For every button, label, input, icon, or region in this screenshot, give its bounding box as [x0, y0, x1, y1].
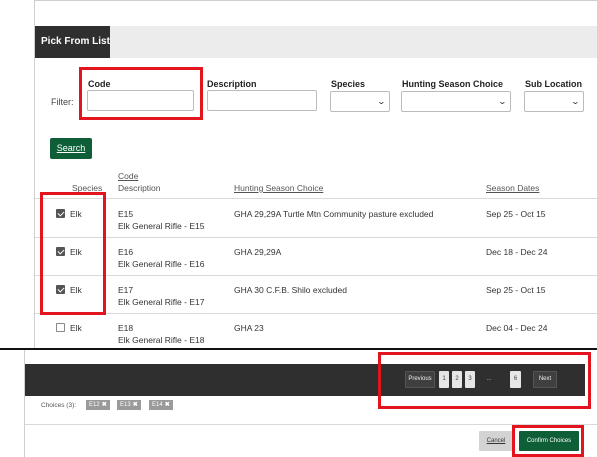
season-dates-column-header[interactable]: Season Dates — [486, 183, 539, 193]
table-row[interactable]: Elk E15 Elk General Rifle - E15 GHA 29,2… — [35, 206, 597, 244]
species-select[interactable]: ⌄ — [330, 91, 390, 112]
row-divider — [35, 275, 597, 276]
row-hunting-season: GHA 29,29A Turtle Mtn Community pasture … — [234, 209, 434, 219]
row-season-dates: Dec 04 - Dec 24 — [486, 323, 548, 333]
search-button[interactable]: Search — [50, 138, 92, 159]
row-code: E18 — [118, 323, 134, 333]
row-species: Elk — [70, 209, 82, 219]
row-description: Elk General Rifle - E17 — [118, 297, 205, 307]
choice-chip-label: E12 — [89, 402, 100, 408]
chevron-down-icon: ⌄ — [497, 97, 508, 106]
table-row[interactable]: Elk E16 Elk General Rifle - E16 GHA 29,2… — [35, 244, 597, 282]
row-season-dates: Sep 25 - Oct 15 — [486, 209, 546, 219]
close-icon[interactable]: ✖ — [165, 402, 170, 408]
row-code: E16 — [118, 247, 134, 257]
code-filter-label: Code — [88, 79, 111, 89]
row-divider — [35, 313, 597, 314]
next-page-button[interactable]: Next — [533, 371, 557, 388]
row-code: E15 — [118, 209, 134, 219]
hunting-season-select[interactable]: ⌄ — [401, 91, 511, 112]
choice-chip-label: E14 — [152, 402, 163, 408]
row-checkbox[interactable] — [56, 209, 65, 218]
hunting-season-column-header[interactable]: Hunting Season Choice — [234, 183, 323, 193]
code-filter-input[interactable] — [87, 90, 194, 111]
choice-chip[interactable]: E13 ✖ — [117, 400, 141, 410]
row-checkbox[interactable] — [56, 247, 65, 256]
hunting-season-filter-label: Hunting Season Choice — [402, 79, 504, 89]
row-hunting-season: GHA 30 C.F.B. Shilo excluded — [234, 285, 347, 295]
page-6-button[interactable]: 6 — [510, 371, 521, 388]
description-filter-label: Description — [207, 79, 257, 89]
row-season-dates: Sep 25 - Oct 15 — [486, 285, 546, 295]
row-season-dates: Dec 18 - Dec 24 — [486, 247, 548, 257]
table-row[interactable]: Elk E17 Elk General Rifle - E17 GHA 30 C… — [35, 282, 597, 320]
species-filter-label: Species — [331, 79, 366, 89]
code-column-header[interactable]: Code — [118, 171, 138, 181]
choice-chip[interactable]: E12 ✖ — [86, 400, 110, 410]
close-icon[interactable]: ✖ — [102, 402, 107, 408]
description-column-header: Description — [118, 183, 161, 193]
selection-footer-panel: Previous 1 2 3 ... 6 Next Choices (3): E… — [24, 350, 597, 457]
row-divider — [35, 237, 597, 238]
choice-chip-label: E13 — [120, 402, 131, 408]
choices-count-label: Choices (3): — [41, 402, 77, 409]
confirm-choices-button[interactable]: Confirm Choices — [519, 431, 579, 451]
row-checkbox[interactable] — [56, 285, 65, 294]
row-code: E17 — [118, 285, 134, 295]
cancel-button[interactable]: Cancel — [479, 431, 513, 451]
row-description: Elk General Rifle - E15 — [118, 221, 205, 231]
header-divider — [35, 198, 597, 199]
chevron-down-icon: ⌄ — [376, 97, 387, 106]
pick-from-list-panel: Pick From List Filter: Code Description … — [34, 0, 597, 348]
row-checkbox[interactable] — [56, 323, 65, 332]
row-description: Elk General Rifle - E18 — [118, 335, 205, 345]
panel-header: Pick From List — [35, 26, 597, 58]
close-icon[interactable]: ✖ — [133, 402, 138, 408]
chevron-down-icon: ⌄ — [570, 97, 581, 106]
description-filter-input[interactable] — [207, 90, 317, 111]
row-species: Elk — [70, 247, 82, 257]
row-species: Elk — [70, 285, 82, 295]
row-description: Elk General Rifle - E16 — [118, 259, 205, 269]
table-row[interactable]: Elk E18 Elk General Rifle - E18 GHA 23 D… — [35, 320, 597, 348]
footer-divider — [25, 424, 597, 425]
filter-label: Filter: — [51, 97, 74, 107]
row-species: Elk — [70, 323, 82, 333]
row-hunting-season: GHA 29,29A — [234, 247, 282, 257]
sub-location-select[interactable]: ⌄ — [524, 91, 584, 112]
pagination-bar: Previous 1 2 3 ... 6 Next — [25, 364, 585, 396]
pagination-ellipsis: ... — [486, 376, 492, 382]
row-hunting-season: GHA 23 — [234, 323, 264, 333]
previous-page-button[interactable]: Previous — [405, 371, 435, 388]
species-column-header[interactable]: Species — [72, 183, 102, 193]
page-1-button[interactable]: 1 — [439, 371, 449, 388]
sub-location-filter-label: Sub Location — [525, 79, 582, 89]
choice-chip[interactable]: E14 ✖ — [149, 400, 173, 410]
panel-title: Pick From List — [35, 26, 110, 58]
page-2-button[interactable]: 2 — [452, 371, 462, 388]
page-3-button[interactable]: 3 — [465, 371, 475, 388]
